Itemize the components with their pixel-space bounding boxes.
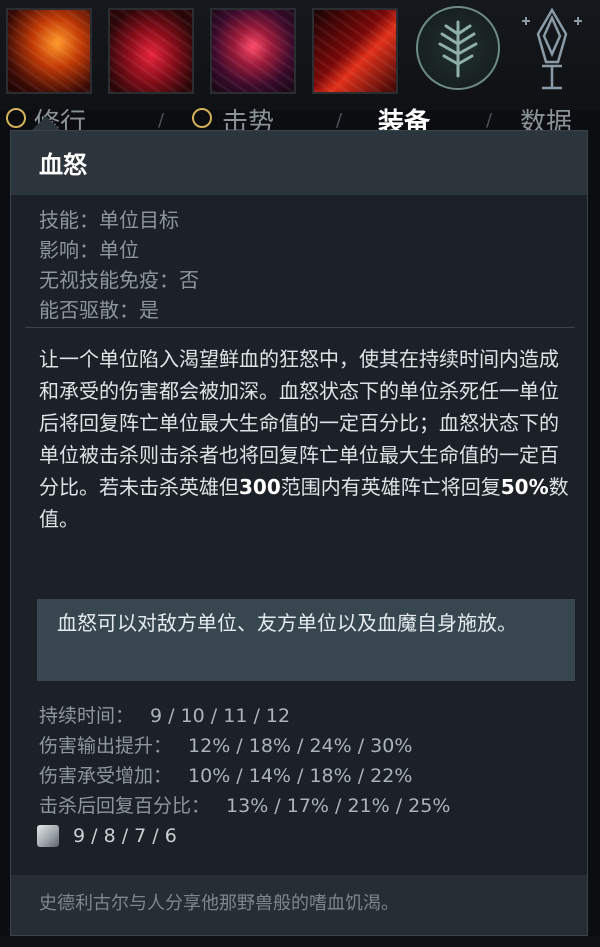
tab-separator: / (336, 110, 343, 131)
ability-properties: 技能：单位目标 影响：单位 无视技能免疫：否 能否驱散：是 (39, 205, 199, 325)
ability-description: 让一个单位陷入渴望鲜血的狂怒中，使其在持续时间内造成和承受的伤害都会被加深。血怒… (39, 343, 569, 535)
stat-label: 伤害输出提升： (39, 735, 173, 757)
stat-label: 伤害承受增加： (39, 765, 173, 787)
tab-lock-icon (192, 108, 212, 128)
ability-lore: 史德利古尔与人分享他那野兽般的嗜血饥渴。 (39, 893, 399, 914)
ability-title: 血怒 (39, 151, 87, 179)
prop-pierces-immunity: 无视技能免疫：否 (39, 268, 199, 292)
desc-percent: 50% (500, 475, 549, 499)
bottom-strip (0, 936, 600, 947)
stat-damage-taken: 伤害承受增加： 10% / 14% / 18% / 22% (39, 761, 450, 791)
cooldown-icon (37, 825, 59, 847)
tab-separator: / (486, 110, 493, 131)
stat-duration: 持续时间： 9 / 10 / 11 / 12 (39, 701, 450, 731)
divider (25, 327, 575, 328)
prop-affects: 影响：单位 (39, 238, 139, 262)
stat-damage-output: 伤害输出提升： 12% / 18% / 24% / 30% (39, 731, 450, 761)
ability-tooltip: 血怒 技能：单位目标 影响：单位 无视技能免疫：否 能否驱散：是 让一个单位陷入… (10, 130, 588, 936)
prop-dispellable: 能否驱散：是 (39, 298, 159, 322)
tooltip-header: 血怒 (11, 131, 587, 195)
lore-bar: 史德利古尔与人分享他那野兽般的嗜血饥渴。 (11, 875, 587, 935)
hero-ability-bar (0, 0, 600, 110)
stat-label: 持续时间： (39, 705, 135, 727)
stat-value: 9 / 10 / 11 / 12 (150, 705, 291, 727)
ability-note-box: 血怒可以对敌方单位、友方单位以及血魔自身施放。 (37, 599, 575, 681)
aghanims-shard-icon[interactable] (512, 4, 592, 96)
ability-rupture-icon[interactable] (312, 8, 398, 94)
stat-value: 13% / 17% / 21% / 25% (226, 795, 451, 817)
prop-target-type: 技能：单位目标 (39, 208, 179, 232)
stat-value: 12% / 18% / 24% / 30% (188, 735, 413, 757)
cooldown-value: 9 / 8 / 7 / 6 (73, 825, 177, 847)
cooldown-row: 9 / 8 / 7 / 6 (37, 825, 177, 855)
stat-value: 10% / 14% / 18% / 22% (188, 765, 413, 787)
desc-text: 范围内有英雄阵亡将回复 (280, 475, 501, 499)
tab-lock-icon (6, 108, 26, 128)
stat-kill-heal: 击杀后回复百分比： 13% / 17% / 21% / 25% (39, 791, 450, 821)
ability-stats: 持续时间： 9 / 10 / 11 / 12 伤害输出提升： 12% / 18% /… (39, 701, 450, 821)
ability-note: 血怒可以对敌方单位、友方单位以及血魔自身施放。 (57, 611, 517, 635)
tab-separator: / (158, 110, 165, 131)
ability-bloodrage-icon[interactable] (210, 8, 296, 94)
ability-blood-ring-icon[interactable] (108, 8, 194, 94)
ability-blood-axe-icon[interactable] (6, 8, 92, 94)
talent-tree-icon[interactable] (416, 6, 500, 90)
desc-radius: 300 (239, 475, 281, 499)
stat-label: 击杀后回复百分比： (39, 795, 211, 817)
